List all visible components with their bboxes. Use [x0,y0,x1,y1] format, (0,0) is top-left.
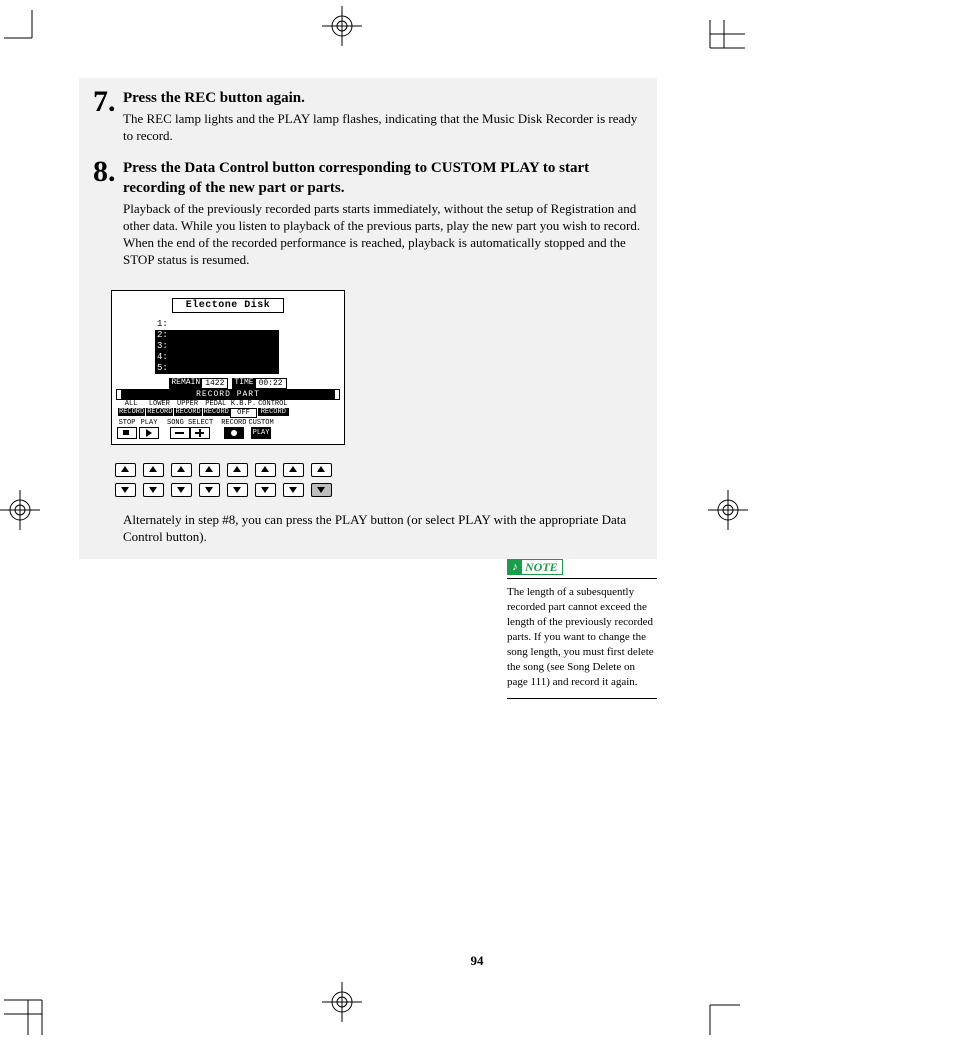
cropmark-tr [700,10,750,60]
lcd-remain-label: REMAIN [169,378,202,389]
regmark-left [0,490,40,530]
record-icon [224,427,244,439]
dc-down-8-selected[interactable] [311,483,332,497]
lcd-transport-row: STOP PLAY SONG SELECT RECORD CUSTOM PLAY [117,419,339,439]
step-number: 7. [93,88,123,144]
data-control-button-grid [115,463,657,497]
note-label: NOTE [525,560,562,574]
note-tag: ♪ NOTE [507,559,563,575]
cropmark-tl [4,10,44,50]
note-body: The length of a subesquently recorded pa… [507,579,657,698]
lcd-parts-row: ALLRECORD LOWERRECORD UPPERRECORD PEDALR… [117,400,339,418]
dc-down-5[interactable] [227,483,248,497]
lcd-section-bar: RECORD PART [117,390,339,399]
dc-down-1[interactable] [115,483,136,497]
lcd-screenshot: Electone Disk 1: 2: 3: 4: 5: REMAIN 1422… [111,290,345,445]
step-text: The REC lamp lights and the PLAY lamp fl… [123,110,641,144]
dc-down-7[interactable] [283,483,304,497]
regmark-right [708,490,748,530]
dc-down-6[interactable] [255,483,276,497]
step-number: 8. [93,158,123,268]
cropmark-br [700,995,740,1035]
minus-icon [170,427,190,439]
dc-up-2[interactable] [143,463,164,477]
lcd-title: Electone Disk [172,298,284,313]
page-number: 94 [0,953,954,969]
dc-up-3[interactable] [171,463,192,477]
lcd-status-row: REMAIN 1422 TIME 00:22 [137,378,319,389]
lcd-time-value: 00:22 [256,378,287,389]
note-sidebar: ♪ NOTE The length of a subesquently reco… [507,557,657,699]
note-rule-bottom [507,698,657,699]
lcd-song-list: 1: 2: 3: 4: 5: [157,319,329,374]
dc-up-7[interactable] [283,463,304,477]
dc-up-5[interactable] [227,463,248,477]
instruction-panel: 7. Press the REC button again. The REC l… [79,78,657,559]
dc-up-4[interactable] [199,463,220,477]
regmark-bottom [322,982,362,1022]
lcd-list-item-selected: 2: 3: 4: 5: [155,330,279,374]
stop-icon [117,427,137,439]
dc-up-1[interactable] [115,463,136,477]
closing-paragraph: Alternately in step #8, you can press th… [123,511,643,545]
cropmark-bl [4,990,54,1040]
play-icon [139,427,159,439]
lcd-time-label: TIME [232,378,255,389]
lcd-remain-value: 1422 [202,378,228,389]
step-heading: Press the REC button again. [123,88,641,108]
custom-play-button: PLAY [251,427,272,439]
note-music-icon: ♪ [508,560,522,574]
plus-icon [190,427,210,439]
step-heading: Press the Data Control button correspond… [123,158,641,198]
step-text: Playback of the previously recorded part… [123,200,641,268]
step-7: 7. Press the REC button again. The REC l… [79,88,657,158]
dc-down-3[interactable] [171,483,192,497]
dc-down-2[interactable] [143,483,164,497]
lcd-list-item: 1: [157,319,329,330]
dc-down-4[interactable] [199,483,220,497]
dc-up-8[interactable] [311,463,332,477]
regmark-top [322,6,362,46]
step-8: 8. Press the Data Control button corresp… [79,158,657,282]
dc-up-6[interactable] [255,463,276,477]
